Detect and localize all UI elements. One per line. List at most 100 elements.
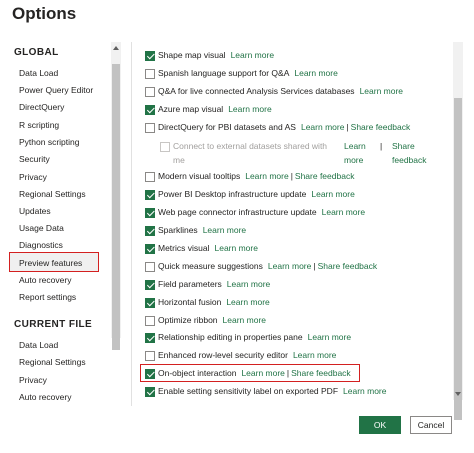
nav-item-directquery[interactable]: DirectQuery <box>19 100 64 114</box>
nav-scrollbar-thumb[interactable] <box>112 64 120 350</box>
nav-item-privacy[interactable]: Privacy <box>19 170 47 184</box>
feature-row: Modern visual tooltips Learn more | Shar… <box>145 171 354 185</box>
checkbox-azure-map-visual[interactable] <box>145 104 155 115</box>
checkbox-pbi-desktop-infra-update[interactable] <box>145 189 155 200</box>
learn-more-link[interactable]: Learn more <box>245 171 288 182</box>
learn-more-link[interactable]: Learn more <box>343 386 386 397</box>
learn-more-link[interactable]: Learn more <box>301 122 344 133</box>
checkbox-connect-external-datasets <box>160 141 170 152</box>
highlight-box <box>140 364 360 382</box>
feature-label: Quick measure suggestions <box>158 261 263 271</box>
feature-label: DirectQuery for PBI datasets and AS <box>158 122 296 132</box>
nav-item-regional-settings[interactable]: Regional Settings <box>19 187 86 201</box>
share-feedback-link[interactable]: Share feedback <box>351 122 411 133</box>
feature-row: Q&A for live connected Analysis Services… <box>145 86 403 100</box>
feature-label: Q&A for live connected Analysis Services… <box>158 86 355 96</box>
nav-item-updates[interactable]: Updates <box>19 204 51 218</box>
share-feedback-link[interactable]: Share feedback <box>392 139 437 167</box>
scroll-down-arrow-icon[interactable] <box>455 392 461 396</box>
feature-label: Relationship editing in properties pane <box>158 332 303 342</box>
feature-row: Enhanced row-level security editor Learn… <box>145 350 336 364</box>
checkbox-field-parameters[interactable] <box>145 279 155 290</box>
feature-label: Power BI Desktop infrastructure update <box>158 189 307 199</box>
feature-label: Horizontal fusion <box>158 297 222 307</box>
pane-divider <box>131 42 132 406</box>
feature-label: Connect to external datasets shared with… <box>173 141 328 165</box>
checkbox-sparklines[interactable] <box>145 225 155 236</box>
checkbox-web-page-connector-update[interactable] <box>145 207 155 218</box>
nav-item-current-privacy[interactable]: Privacy <box>19 373 47 387</box>
scroll-up-arrow-icon[interactable] <box>113 46 119 50</box>
nav-item-data-load[interactable]: Data Load <box>19 66 58 80</box>
learn-more-link[interactable]: Learn more <box>308 332 351 343</box>
learn-more-link[interactable]: Learn more <box>360 86 403 97</box>
nav-item-power-query-editor[interactable]: Power Query Editor <box>19 83 93 97</box>
feature-row: Relationship editing in properties pane … <box>145 332 351 346</box>
feature-label: Spanish language support for Q&A <box>158 68 290 78</box>
feature-row: DirectQuery for PBI datasets and AS Lear… <box>145 122 410 136</box>
nav-scrollbar[interactable] <box>111 42 121 350</box>
nav-item-diagnostics[interactable]: Diagnostics <box>19 238 63 252</box>
learn-more-link[interactable]: Learn more <box>226 297 269 308</box>
learn-more-link[interactable]: Learn more <box>293 350 336 361</box>
checkbox-sensitivity-label-pdf[interactable] <box>145 386 155 397</box>
checkbox-shape-map-visual[interactable] <box>145 50 155 61</box>
nav-item-report-settings[interactable]: Report settings <box>19 290 76 304</box>
learn-more-link[interactable]: Learn more <box>322 207 365 218</box>
feature-row-subitem: Connect to external datasets shared with… <box>160 139 450 167</box>
feature-label: Metrics visual <box>158 243 210 253</box>
checkbox-relationship-editing[interactable] <box>145 332 155 343</box>
nav-item-r-scripting[interactable]: R scripting <box>19 118 59 132</box>
checkbox-modern-visual-tooltips[interactable] <box>145 171 155 182</box>
learn-more-link[interactable]: Learn more <box>311 189 354 200</box>
checkbox-horizontal-fusion[interactable] <box>145 297 155 308</box>
feature-row: Quick measure suggestions Learn more | S… <box>145 261 377 275</box>
learn-more-link[interactable]: Learn more <box>231 50 274 61</box>
feature-row: Enable setting sensitivity label on expo… <box>145 386 386 400</box>
feature-row: Power BI Desktop infrastructure update L… <box>145 189 355 203</box>
features-scrollbar-thumb[interactable] <box>454 98 462 420</box>
nav-heading-global: GLOBAL <box>14 47 59 58</box>
nav-item-security[interactable]: Security <box>19 152 50 166</box>
share-feedback-link[interactable]: Share feedback <box>318 261 378 272</box>
nav-item-current-auto-recovery[interactable]: Auto recovery <box>19 390 71 404</box>
link-separator: | <box>346 122 349 132</box>
feature-row: Azure map visual Learn more <box>145 104 272 118</box>
checkbox-directquery-pbi-datasets[interactable] <box>145 122 155 133</box>
feature-row: Shape map visual Learn more <box>145 50 274 64</box>
checkbox-spanish-qa[interactable] <box>145 68 155 79</box>
learn-more-link[interactable]: Learn more <box>344 139 374 167</box>
nav-item-current-regional-settings[interactable]: Regional Settings <box>19 355 86 369</box>
cancel-button[interactable]: Cancel <box>410 416 452 434</box>
link-separator: | <box>313 261 316 271</box>
checkbox-metrics-visual[interactable] <box>145 243 155 254</box>
learn-more-link[interactable]: Learn more <box>268 261 311 272</box>
link-separator: | <box>290 171 293 181</box>
checkbox-quick-measure-suggestions[interactable] <box>145 261 155 272</box>
learn-more-link[interactable]: Learn more <box>227 279 270 290</box>
share-feedback-link[interactable]: Share feedback <box>295 171 355 182</box>
feature-label: Modern visual tooltips <box>158 171 241 181</box>
checkbox-qa-live-connected[interactable] <box>145 86 155 97</box>
checkbox-optimize-ribbon[interactable] <box>145 315 155 326</box>
nav-item-python-scripting[interactable]: Python scripting <box>19 135 79 149</box>
feature-label: Azure map visual <box>158 104 224 114</box>
ok-button[interactable]: OK <box>359 416 401 434</box>
nav-item-auto-recovery[interactable]: Auto recovery <box>19 273 71 287</box>
learn-more-link[interactable]: Learn more <box>223 315 266 326</box>
nav-item-preview-features[interactable]: Preview features <box>9 252 99 272</box>
learn-more-link[interactable]: Learn more <box>203 225 246 236</box>
feature-row: Spanish language support for Q&A Learn m… <box>145 68 338 82</box>
dialog-title: Options <box>12 4 77 23</box>
nav-item-usage-data[interactable]: Usage Data <box>19 221 64 235</box>
learn-more-link[interactable]: Learn more <box>294 68 337 79</box>
feature-row: Sparklines Learn more <box>145 225 246 239</box>
features-scrollbar[interactable] <box>453 42 463 420</box>
feature-row: Optimize ribbon Learn more <box>145 315 266 329</box>
learn-more-link[interactable]: Learn more <box>214 243 257 254</box>
learn-more-link[interactable]: Learn more <box>228 104 271 115</box>
feature-label: Field parameters <box>158 279 222 289</box>
feature-label: Optimize ribbon <box>158 315 218 325</box>
nav-item-current-data-load[interactable]: Data Load <box>19 338 58 352</box>
checkbox-enhanced-rls-editor[interactable] <box>145 350 155 361</box>
